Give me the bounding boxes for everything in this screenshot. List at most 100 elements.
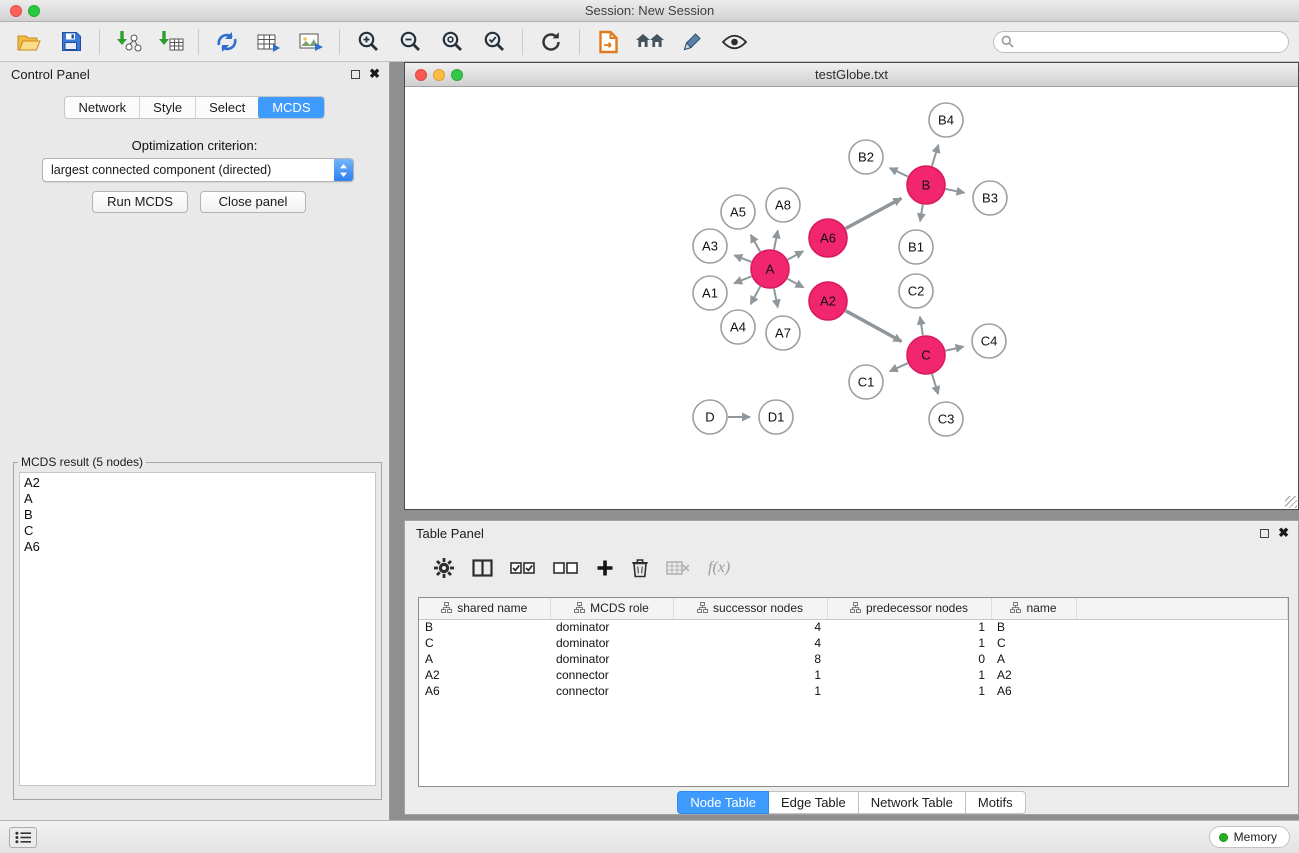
table-cell[interactable]: C — [991, 635, 1076, 651]
graph-node-B1[interactable]: B1 — [899, 230, 933, 264]
tab-style[interactable]: Style — [140, 97, 196, 118]
table-cell[interactable]: A6 — [991, 683, 1076, 699]
column-settings-button[interactable] — [433, 557, 455, 579]
table-row[interactable]: Cdominator41C — [419, 635, 1288, 651]
table-cell[interactable]: A — [991, 651, 1076, 667]
tab-mcds[interactable]: MCDS — [258, 96, 324, 119]
column-header-shared-name[interactable]: shared name — [419, 598, 550, 619]
graph-node-A7[interactable]: A7 — [766, 316, 800, 350]
graph-node-A5[interactable]: A5 — [721, 195, 755, 229]
graph-edge-A-A6[interactable] — [788, 251, 804, 259]
graph-node-A3[interactable]: A3 — [693, 229, 727, 263]
zoom-fit-button[interactable] — [431, 25, 473, 59]
refresh-button[interactable] — [530, 25, 572, 59]
network-window-titlebar[interactable]: testGlobe.txt — [405, 63, 1298, 87]
split-columns-button[interactable] — [472, 559, 493, 577]
table-cell[interactable]: 1 — [827, 667, 991, 683]
new-network-button[interactable] — [206, 25, 248, 59]
graph-node-B3[interactable]: B3 — [973, 181, 1007, 215]
graph-edge-A-A4[interactable] — [751, 287, 761, 305]
graph-edge-A2-C[interactable] — [846, 311, 902, 342]
graph-node-C4[interactable]: C4 — [972, 324, 1006, 358]
graph-node-A2[interactable]: A2 — [809, 282, 847, 320]
column-header-MCDS-role[interactable]: MCDS role — [550, 598, 673, 619]
save-session-button[interactable] — [50, 25, 92, 59]
graph-edge-A-A1[interactable] — [734, 276, 751, 283]
home-button[interactable] — [629, 25, 671, 59]
open-session-button[interactable] — [8, 25, 50, 59]
network-zoom-button[interactable] — [451, 69, 463, 81]
tab-network[interactable]: Network — [65, 97, 140, 118]
graph-node-A8[interactable]: A8 — [766, 188, 800, 222]
graph-node-D1[interactable]: D1 — [759, 400, 793, 434]
graph-node-B2[interactable]: B2 — [849, 140, 883, 174]
graph-node-A6[interactable]: A6 — [809, 219, 847, 257]
mcds-result-item[interactable]: A — [24, 491, 371, 507]
close-panel-icon[interactable]: ✖ — [369, 68, 380, 80]
open-document-button[interactable] — [587, 25, 629, 59]
import-table-file-button[interactable] — [149, 25, 191, 59]
zoom-selected-button[interactable] — [473, 25, 515, 59]
graph-edge-A-A3[interactable] — [734, 255, 751, 261]
node-table-container[interactable]: shared nameMCDS rolesuccessor nodesprede… — [418, 597, 1289, 787]
graph-edge-A-A7[interactable] — [774, 289, 778, 308]
graph-node-A4[interactable]: A4 — [721, 310, 755, 344]
table-cell[interactable]: B — [419, 619, 550, 635]
graph-edge-A6-B[interactable] — [846, 198, 902, 228]
table-cell[interactable]: 8 — [673, 651, 827, 667]
close-panel-button[interactable]: Close panel — [200, 191, 306, 213]
table-cell[interactable]: A — [419, 651, 550, 667]
optimization-dropdown[interactable]: largest connected component (directed) — [42, 158, 354, 182]
add-row-button[interactable] — [596, 559, 614, 577]
table-cell[interactable]: 4 — [673, 635, 827, 651]
table-cell[interactable]: dominator — [550, 635, 673, 651]
mcds-result-list[interactable]: A2ABCA6 — [19, 472, 376, 786]
show-hide-button[interactable] — [713, 25, 755, 59]
table-cell[interactable]: 1 — [827, 683, 991, 699]
graph-node-C1[interactable]: C1 — [849, 365, 883, 399]
float-panel-icon[interactable] — [351, 70, 360, 79]
zoom-in-button[interactable] — [347, 25, 389, 59]
search-box[interactable] — [993, 31, 1289, 53]
table-cell[interactable]: 0 — [827, 651, 991, 667]
graph-edge-A-A8[interactable] — [774, 231, 778, 250]
resize-grip[interactable] — [1285, 496, 1297, 508]
graph-node-A1[interactable]: A1 — [693, 276, 727, 310]
table-cell[interactable]: A2 — [991, 667, 1076, 683]
close-table-panel-icon[interactable]: ✖ — [1278, 527, 1289, 539]
function-builder-button[interactable]: f(x) — [708, 559, 730, 577]
table-row[interactable]: A2connector11A2 — [419, 667, 1288, 683]
table-cell[interactable]: B — [991, 619, 1076, 635]
graph-edge-B-B4[interactable] — [932, 145, 939, 166]
table-cell[interactable]: C — [419, 635, 550, 651]
graph-node-C[interactable]: C — [907, 336, 945, 374]
memory-button[interactable]: Memory — [1209, 826, 1290, 848]
graph-edge-C-C3[interactable] — [932, 374, 938, 394]
search-input[interactable] — [1019, 35, 1281, 49]
table-cell[interactable]: 1 — [827, 619, 991, 635]
column-header-name[interactable]: name — [991, 598, 1076, 619]
select-all-rows-button[interactable] — [510, 561, 536, 575]
graph-node-A[interactable]: A — [751, 250, 789, 288]
deselect-all-rows-button[interactable] — [553, 561, 579, 575]
column-header-successor-nodes[interactable]: successor nodes — [673, 598, 827, 619]
graph-edge-A-A2[interactable] — [788, 279, 804, 288]
graph-node-B[interactable]: B — [907, 166, 945, 204]
graph-edge-C-C4[interactable] — [946, 347, 964, 351]
clear-table-button[interactable] — [666, 560, 691, 576]
graph-node-B4[interactable]: B4 — [929, 103, 963, 137]
graph-node-C3[interactable]: C3 — [929, 402, 963, 436]
network-view[interactable]: B4B2BB3A5A8A6B1A3AC2A1A2A4A7C4CC1C3DD1 — [405, 87, 1298, 509]
mcds-result-item[interactable]: C — [24, 523, 371, 539]
network-minimize-button[interactable] — [433, 69, 445, 81]
mcds-result-item[interactable]: A6 — [24, 539, 371, 555]
table-row[interactable]: Bdominator41B — [419, 619, 1288, 635]
tab-motifs[interactable]: Motifs — [966, 791, 1026, 814]
table-cell[interactable]: connector — [550, 683, 673, 699]
graph-edge-B-B3[interactable] — [946, 189, 965, 193]
table-cell[interactable]: 1 — [673, 667, 827, 683]
graph-edge-B-B1[interactable] — [920, 205, 923, 222]
run-mcds-button[interactable]: Run MCDS — [92, 191, 188, 213]
graph-edge-C-C2[interactable] — [920, 317, 923, 336]
mcds-result-item[interactable]: B — [24, 507, 371, 523]
